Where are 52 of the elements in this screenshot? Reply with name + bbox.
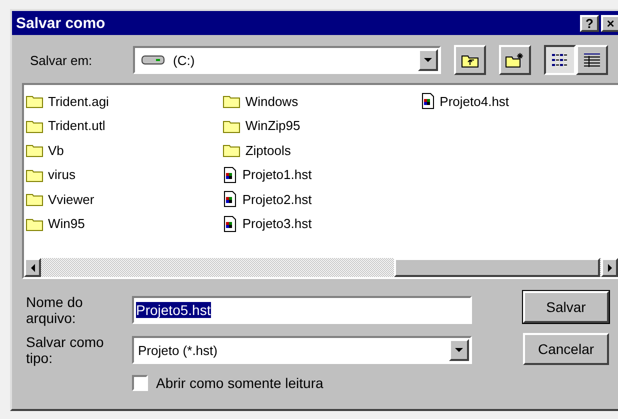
file-name[interactable]: Projeto3.hst [242,216,312,232]
list-view-icon [551,52,569,68]
folder-icon [223,118,240,133]
up-folder-icon [461,52,479,68]
folder-icon [26,192,43,206]
new-folder-button[interactable] [499,45,531,75]
list-view-button[interactable] [544,45,576,75]
save-in-dropdown[interactable]: (C:) [133,46,441,74]
document-icon [223,166,238,183]
file-name[interactable]: Win95 [48,216,85,232]
document-icon [223,216,238,232]
scroll-thumb[interactable] [394,258,600,277]
cancel-button[interactable]: Cancelar [523,333,609,365]
save-in-label: Salvar em: [30,52,94,68]
file-name[interactable]: Projeto2.hst [242,192,312,207]
document-icon [420,93,435,110]
folder-icon [26,143,43,158]
new-folder-icon [505,52,525,68]
file-name[interactable]: Trident.agi [48,94,109,109]
up-folder-button[interactable] [454,45,486,75]
file-name-label: Nome do arquivo: [26,294,84,326]
file-type-dropdown[interactable]: Projeto (*.hst) [132,336,472,364]
folder-icon [223,94,240,108]
close-button[interactable]: × [601,14,618,32]
scroll-left-icon[interactable] [24,258,41,277]
document-icon [223,191,238,208]
file-name[interactable]: Ziptools [245,142,291,158]
file-name[interactable]: Projeto4.hst [440,94,510,109]
details-view-button[interactable] [576,45,608,75]
folder-icon [26,94,43,108]
file-name[interactable]: Windows [245,94,298,109]
window-title: Salvar como [16,14,106,32]
file-name[interactable]: Vb [48,142,64,158]
horizontal-scrollbar[interactable] [24,258,618,277]
file-name[interactable]: WinZip95 [245,118,300,134]
file-name[interactable]: Trident.utl [48,118,106,134]
save-button[interactable]: Salvar [523,291,609,323]
file-type-label: Salvar como tipo: [26,334,105,366]
drive-icon [141,54,165,66]
details-view-icon [583,52,601,68]
folder-icon [26,216,43,231]
folder-icon [223,143,240,158]
file-name[interactable]: Projeto1.hst [242,167,312,182]
file-name-field[interactable]: Projeto5.hst [132,296,472,324]
folder-icon [26,118,43,133]
scroll-right-icon[interactable] [601,258,618,277]
read-only-checkbox[interactable] [132,375,148,391]
read-only-label: Abrir como somente leitura [156,375,324,391]
folder-icon [26,168,43,182]
file-name[interactable]: virus [48,167,76,182]
help-button[interactable]: ? [580,14,599,32]
file-name[interactable]: Vviewer [48,192,94,207]
